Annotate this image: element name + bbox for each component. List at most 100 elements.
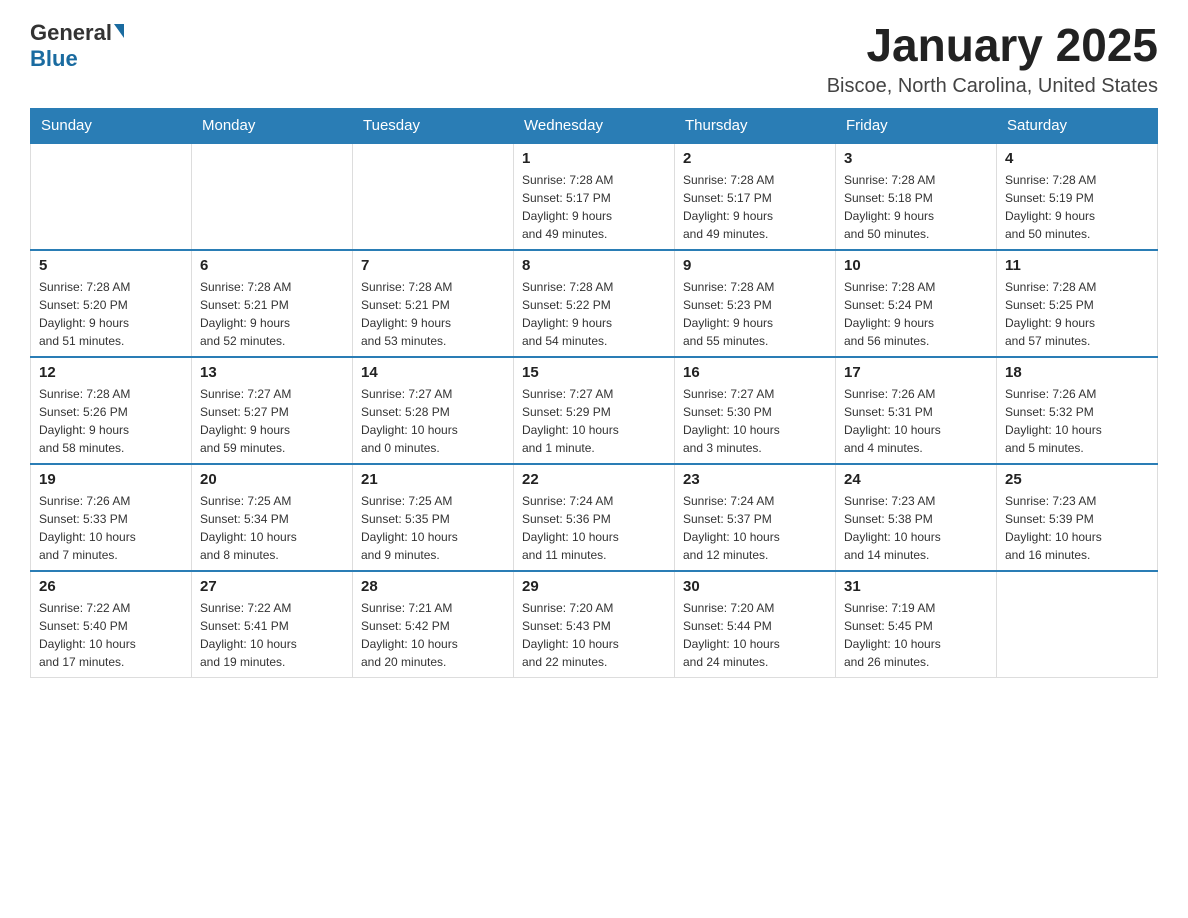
day-info: Sunrise: 7:27 AMSunset: 5:29 PMDaylight:…: [522, 385, 666, 457]
day-info: Sunrise: 7:25 AMSunset: 5:35 PMDaylight:…: [361, 492, 505, 564]
day-number: 6: [200, 257, 344, 274]
table-row: 3Sunrise: 7:28 AMSunset: 5:18 PMDaylight…: [836, 143, 997, 250]
table-row: 9 Sunrise: 7:28 AMSunset: 5:23 PMDaylight…: [675, 250, 836, 357]
day-number: 21: [361, 471, 505, 488]
day-number: 8: [522, 257, 666, 274]
day-info: Sunrise: 7:20 AMSunset: 5:43 PMDaylight:…: [522, 599, 666, 671]
day-number: 30: [683, 578, 827, 595]
table-row: 15 Sunrise: 7:27 AMSunset: 5:29 PMDayligh…: [514, 357, 675, 464]
day-number: 26: [39, 578, 183, 595]
logo-general-text: General: [30, 20, 112, 46]
day-number: 7: [361, 257, 505, 274]
table-row: 2 Sunrise: 7:28 AMSunset: 5:17 PMDaylight…: [675, 143, 836, 250]
subtitle: Biscoe, North Carolina, United States: [827, 75, 1158, 98]
calendar-table: Sunday Monday Tuesday Wednesday Thursday…: [30, 108, 1158, 678]
day-number: 25: [1005, 471, 1149, 488]
day-number: 24: [844, 471, 988, 488]
calendar-week-row: 5Sunrise: 7:28 AMSunset: 5:20 PMDaylight…: [31, 250, 1158, 357]
table-row: [31, 143, 192, 250]
day-info: Sunrise: 7:27 AMSunset: 5:28 PMDaylight:…: [361, 385, 505, 457]
day-info: Sunrise: 7:28 AMSunset: 5:24 PMDaylight:…: [844, 278, 988, 350]
table-row: 4Sunrise: 7:28 AMSunset: 5:19 PMDaylight…: [997, 143, 1158, 250]
logo-blue-text: Blue: [30, 46, 78, 72]
table-row: 28 Sunrise: 7:21 AMSunset: 5:42 PMDayligh…: [353, 571, 514, 678]
table-row: 20Sunrise: 7:25 AMSunset: 5:34 PMDayligh…: [192, 464, 353, 571]
table-row: 7 Sunrise: 7:28 AMSunset: 5:21 PMDaylight…: [353, 250, 514, 357]
table-row: 1Sunrise: 7:28 AMSunset: 5:17 PMDaylight…: [514, 143, 675, 250]
day-number: 12: [39, 364, 183, 381]
logo-triangle-icon: [114, 24, 124, 38]
main-title: January 2025: [827, 20, 1158, 71]
day-info: Sunrise: 7:24 AMSunset: 5:36 PMDaylight:…: [522, 492, 666, 564]
day-info: Sunrise: 7:23 AMSunset: 5:39 PMDaylight:…: [1005, 492, 1149, 564]
day-number: 27: [200, 578, 344, 595]
day-number: 4: [1005, 150, 1149, 167]
table-row: 10 Sunrise: 7:28 AMSunset: 5:24 PMDayligh…: [836, 250, 997, 357]
calendar-header-row: Sunday Monday Tuesday Wednesday Thursday…: [31, 108, 1158, 143]
day-info: Sunrise: 7:21 AMSunset: 5:42 PMDaylight:…: [361, 599, 505, 671]
day-number: 18: [1005, 364, 1149, 381]
calendar-week-row: 26 Sunrise: 7:22 AMSunset: 5:40 PMDayligh…: [31, 571, 1158, 678]
col-friday: Friday: [836, 108, 997, 143]
day-number: 28: [361, 578, 505, 595]
table-row: [353, 143, 514, 250]
table-row: 22Sunrise: 7:24 AMSunset: 5:36 PMDayligh…: [514, 464, 675, 571]
day-info: Sunrise: 7:25 AMSunset: 5:34 PMDaylight:…: [200, 492, 344, 564]
day-info: Sunrise: 7:27 AMSunset: 5:27 PMDaylight:…: [200, 385, 344, 457]
calendar-week-row: 19 Sunrise: 7:26 AMSunset: 5:33 PMDayligh…: [31, 464, 1158, 571]
day-info: Sunrise: 7:28 AMSunset: 5:17 PMDaylight:…: [522, 171, 666, 243]
col-wednesday: Wednesday: [514, 108, 675, 143]
day-info: Sunrise: 7:28 AMSunset: 5:26 PMDaylight:…: [39, 385, 183, 457]
table-row: 30Sunrise: 7:20 AMSunset: 5:44 PMDayligh…: [675, 571, 836, 678]
table-row: 11 Sunrise: 7:28 AMSunset: 5:25 PMDayligh…: [997, 250, 1158, 357]
table-row: 13 Sunrise: 7:27 AMSunset: 5:27 PMDayligh…: [192, 357, 353, 464]
col-tuesday: Tuesday: [353, 108, 514, 143]
table-row: 6 Sunrise: 7:28 AMSunset: 5:21 PMDaylight…: [192, 250, 353, 357]
col-sunday: Sunday: [31, 108, 192, 143]
day-info: Sunrise: 7:28 AMSunset: 5:23 PMDaylight:…: [683, 278, 827, 350]
day-number: 11: [1005, 257, 1149, 274]
table-row: 5Sunrise: 7:28 AMSunset: 5:20 PMDaylight…: [31, 250, 192, 357]
table-row: 19 Sunrise: 7:26 AMSunset: 5:33 PMDayligh…: [31, 464, 192, 571]
day-info: Sunrise: 7:22 AMSunset: 5:40 PMDaylight:…: [39, 599, 183, 671]
day-info: Sunrise: 7:28 AMSunset: 5:25 PMDaylight:…: [1005, 278, 1149, 350]
table-row: [997, 571, 1158, 678]
day-info: Sunrise: 7:23 AMSunset: 5:38 PMDaylight:…: [844, 492, 988, 564]
day-info: Sunrise: 7:28 AMSunset: 5:21 PMDaylight:…: [361, 278, 505, 350]
col-monday: Monday: [192, 108, 353, 143]
day-number: 14: [361, 364, 505, 381]
day-number: 16: [683, 364, 827, 381]
day-number: 15: [522, 364, 666, 381]
table-row: 27 Sunrise: 7:22 AMSunset: 5:41 PMDayligh…: [192, 571, 353, 678]
table-row: 18 Sunrise: 7:26 AMSunset: 5:32 PMDayligh…: [997, 357, 1158, 464]
table-row: [192, 143, 353, 250]
day-number: 19: [39, 471, 183, 488]
title-section: January 2025 Biscoe, North Carolina, Uni…: [827, 20, 1158, 98]
day-number: 2: [683, 150, 827, 167]
day-number: 10: [844, 257, 988, 274]
day-info: Sunrise: 7:26 AMSunset: 5:32 PMDaylight:…: [1005, 385, 1149, 457]
table-row: 23 Sunrise: 7:24 AMSunset: 5:37 PMDayligh…: [675, 464, 836, 571]
day-number: 9: [683, 257, 827, 274]
day-info: Sunrise: 7:26 AMSunset: 5:31 PMDaylight:…: [844, 385, 988, 457]
table-row: 12 Sunrise: 7:28 AMSunset: 5:26 PMDayligh…: [31, 357, 192, 464]
day-number: 31: [844, 578, 988, 595]
day-number: 29: [522, 578, 666, 595]
day-number: 13: [200, 364, 344, 381]
day-info: Sunrise: 7:22 AMSunset: 5:41 PMDaylight:…: [200, 599, 344, 671]
day-info: Sunrise: 7:28 AMSunset: 5:17 PMDaylight:…: [683, 171, 827, 243]
table-row: 26 Sunrise: 7:22 AMSunset: 5:40 PMDayligh…: [31, 571, 192, 678]
day-info: Sunrise: 7:26 AMSunset: 5:33 PMDaylight:…: [39, 492, 183, 564]
table-row: 31 Sunrise: 7:19 AMSunset: 5:45 PMDayligh…: [836, 571, 997, 678]
day-number: 5: [39, 257, 183, 274]
table-row: 14 Sunrise: 7:27 AMSunset: 5:28 PMDayligh…: [353, 357, 514, 464]
day-info: Sunrise: 7:24 AMSunset: 5:37 PMDaylight:…: [683, 492, 827, 564]
day-info: Sunrise: 7:28 AMSunset: 5:21 PMDaylight:…: [200, 278, 344, 350]
day-number: 17: [844, 364, 988, 381]
day-info: Sunrise: 7:28 AMSunset: 5:22 PMDaylight:…: [522, 278, 666, 350]
table-row: 24 Sunrise: 7:23 AMSunset: 5:38 PMDayligh…: [836, 464, 997, 571]
day-number: 23: [683, 471, 827, 488]
col-saturday: Saturday: [997, 108, 1158, 143]
day-info: Sunrise: 7:19 AMSunset: 5:45 PMDaylight:…: [844, 599, 988, 671]
day-info: Sunrise: 7:28 AMSunset: 5:18 PMDaylight:…: [844, 171, 988, 243]
